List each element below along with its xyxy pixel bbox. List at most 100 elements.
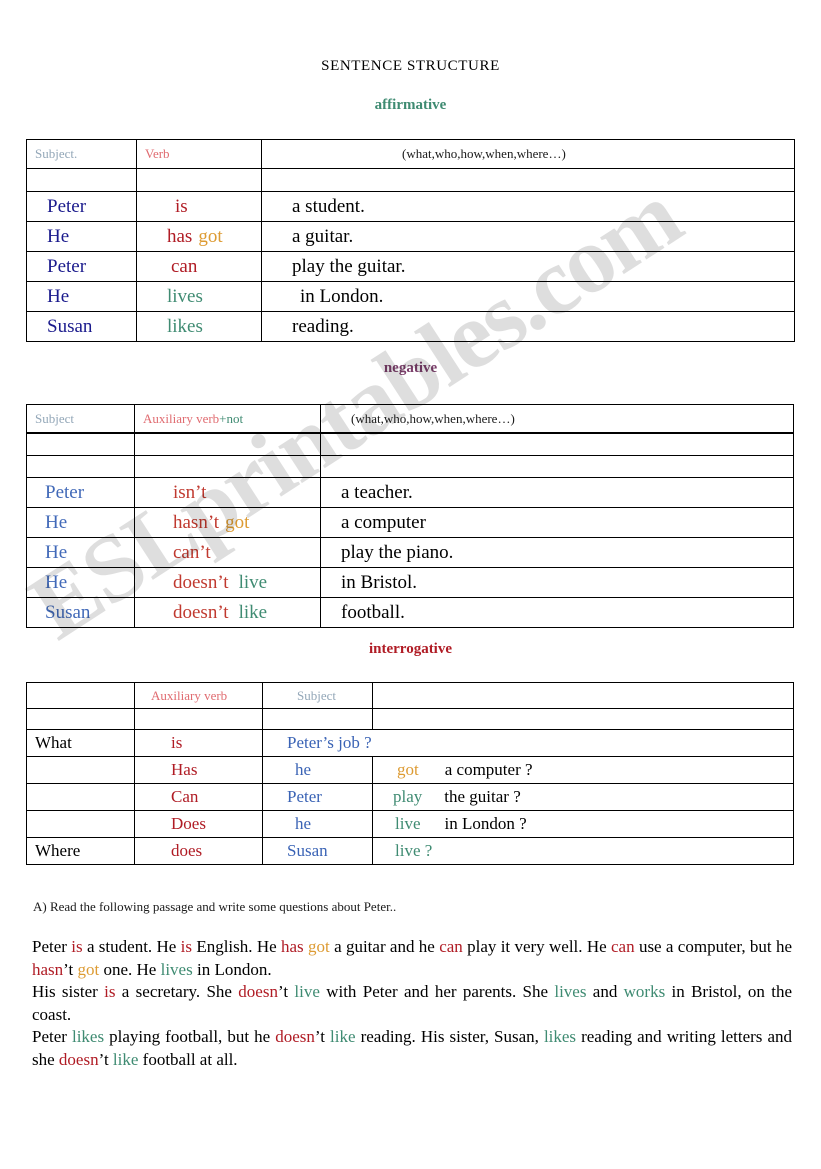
cell-auxiliary: Does [134,810,263,838]
table-row: Susan likes reading. [26,311,795,342]
text-verb: got [225,511,250,533]
text-auxiliary: Can [171,787,199,806]
header-cell-auxiliary: Auxiliary verb+not [134,404,321,434]
table-row: Peter isn’t a teacher. [26,477,794,508]
text-question-word: Where [35,841,81,860]
passage-token: ’t [314,1027,331,1046]
passage-token: His sister [32,982,105,1001]
table-row: Susan doesn’t like football. [26,597,794,628]
cell-verb-complement: live ? [372,837,794,865]
spacer-cell [136,168,262,192]
passage-token: has [281,937,304,956]
section-label-negative: negative [383,360,438,376]
exercise-instruction: A) Read the following passage and write … [33,899,397,914]
text-verb: lives [167,285,203,307]
passage-token: Peter [32,937,72,956]
passage-token: reading. His sister, Susan, [355,1027,544,1046]
cell-question-word [26,756,135,784]
text-auxiliary: hasn’t [173,511,220,533]
cell-complement: a student. [261,191,795,222]
text-complement: a teacher. [341,481,413,503]
passage-token: likes [543,1027,577,1046]
spacer-cell [26,708,135,730]
passage-token: got [77,959,100,979]
passage-token: English. He [192,937,282,956]
cell-verb: has got [136,221,262,252]
passage-token: is [180,937,192,956]
header-cell-auxiliary: Auxiliary verb [134,682,263,709]
text-complement: football. [341,601,405,623]
header-cell-question-word [26,682,135,709]
text-complement: play the guitar. [292,255,406,277]
cell-subject: Susan [26,311,137,342]
text-verb: is [175,195,188,217]
passage-token: in London. [192,959,272,979]
passage-token: and [586,982,624,1001]
text-subject: he [295,760,312,779]
text-auxiliary: Has [171,760,198,779]
text-auxiliary: is [171,733,183,752]
passage-token: can [611,937,635,956]
text-complement: in Bristol. [341,571,418,593]
passage-token: one. He [99,959,161,979]
cell-auxiliary: hasn’t got [134,507,321,538]
text-verb: play [393,787,423,806]
cell-complement: in London. [261,281,795,312]
passage-token: like [112,1049,139,1069]
spacer-cell [134,432,321,456]
cell-auxiliary: isn’t [134,477,321,508]
cell-complement: reading. [261,311,795,342]
cell-verb: likes [136,311,262,342]
passage-token: is [71,937,83,956]
table-row: What is Peter’s job ? [26,729,794,757]
cell-complement: a guitar. [261,221,795,252]
text-subject: Susan [47,315,93,337]
table-header-row: Subject. Verb (what,who,how,when,where…) [26,139,795,169]
table-spacer-row [26,168,795,192]
cell-complement: a teacher. [320,477,794,508]
text-verb: got [397,760,419,779]
spacer-cell [26,455,135,478]
passage-token: doesn [58,1049,99,1069]
cell-auxiliary: Has [134,756,263,784]
table-header-row: Subject Auxiliary verb+not (what,who,how… [26,404,794,434]
spacer-cell [320,432,794,456]
spacer-cell [262,708,373,730]
spacer-cell [134,708,263,730]
passage-token: got [308,937,330,956]
text-auxiliary: does [171,841,203,860]
header-label-subject: Subject [35,410,74,426]
passage-token: a secretary. She [115,982,239,1001]
header-cell-subject: Subject [262,682,373,709]
text-verb: can [171,255,198,277]
cell-subject: He [26,281,137,312]
text-auxiliary: doesn’t [173,601,229,623]
passage-token: play it very well. He [462,937,612,956]
table-row: Does he live in London ? [26,810,794,838]
passage-token: with Peter and her parents. She [319,982,555,1001]
table-row: Peter is a student. [26,191,795,222]
cell-question-word [26,810,135,838]
cell-subject: Peter’s job ? [262,729,794,757]
table-row: He doesn’t live in Bristol. [26,567,794,598]
passage-token: is [104,982,116,1001]
cell-verb-complement: play the guitar ? [372,783,794,811]
table-row: Can Peter play the guitar ? [26,783,794,811]
cell-subject: Susan [262,837,373,865]
header-label-complement: (what,who,how,when,where…) [402,146,566,161]
text-verb: live [238,571,268,593]
text-subject: Peter [47,195,87,217]
text-subject: Susan [287,841,328,860]
cell-subject: Peter [26,251,137,282]
text-complement: a computer [341,511,426,533]
spacer-cell [261,168,795,192]
affirmative-table: Subject. Verb (what,who,how,when,where…)… [26,139,795,342]
cell-subject: He [26,567,135,598]
text-verb: has [167,225,193,247]
cell-verb-complement: got a computer ? [372,756,794,784]
text-verb-secondary: got [198,225,223,247]
cell-auxiliary: Can [134,783,263,811]
header-label-subject: Subject [297,687,336,703]
header-cell-complement [372,682,794,709]
text-complement: in London ? [444,814,527,833]
